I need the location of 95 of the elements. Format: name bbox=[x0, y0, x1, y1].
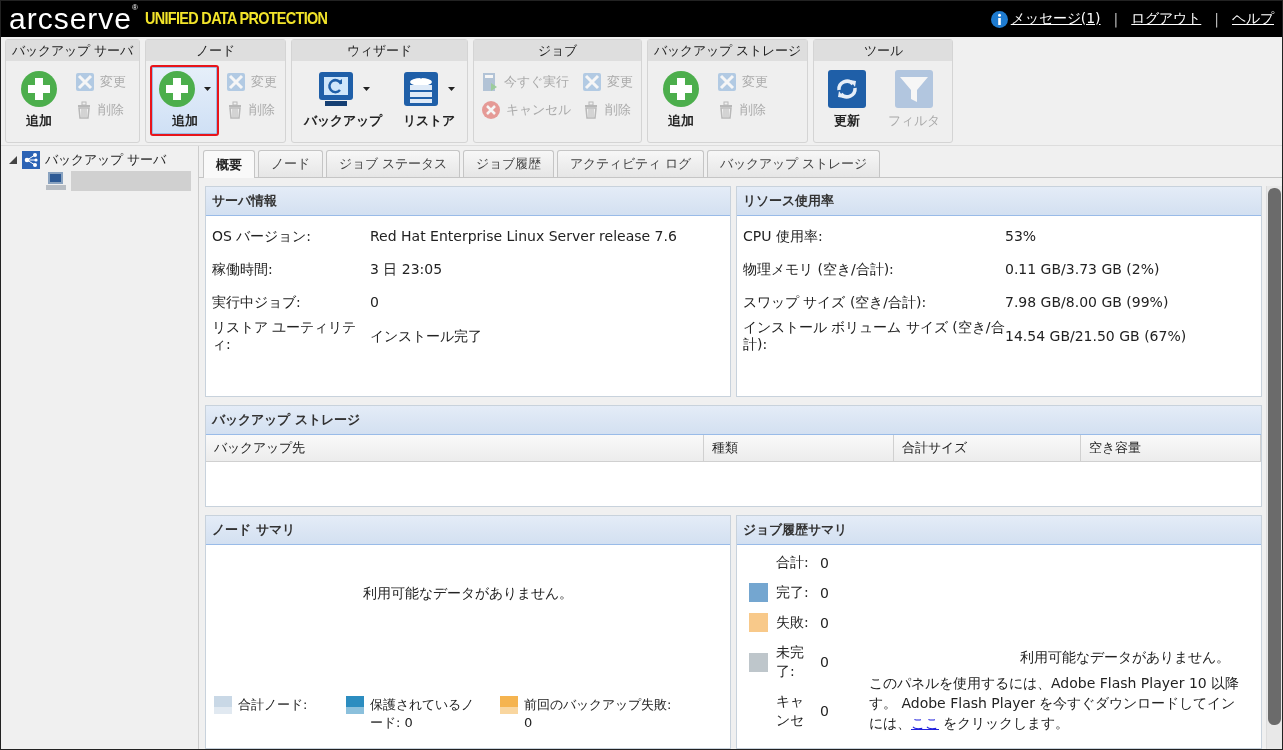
legend-value: 0 bbox=[820, 614, 829, 631]
refresh-icon bbox=[828, 70, 867, 108]
toolbar-button[interactable]: 更新 bbox=[818, 65, 877, 136]
tools-icon bbox=[76, 73, 94, 91]
panel-header: ジョブ履歴サマリ bbox=[737, 516, 1261, 545]
plus-icon bbox=[662, 70, 701, 108]
legend-label: 合計ノード: bbox=[238, 696, 309, 714]
scrollbar[interactable] bbox=[1266, 186, 1282, 749]
tab[interactable]: ジョブ ステータス bbox=[326, 150, 461, 177]
link-separator: | bbox=[1214, 11, 1219, 27]
legend-label: 未完了: bbox=[776, 643, 805, 681]
field-value: 7.98 GB/8.00 GB (99%) bbox=[1005, 293, 1170, 312]
group-title: バックアップ ストレージ bbox=[648, 40, 808, 61]
empty-message: 利用可能なデータがありません。 bbox=[1019, 649, 1231, 667]
legend-label: 合計: bbox=[776, 553, 810, 572]
field-label: CPU 使用率: bbox=[743, 227, 824, 246]
legend-label: キャンセ bbox=[776, 692, 805, 730]
legend-label: 前回のバックアップ失敗: 0 bbox=[524, 696, 673, 732]
caret-icon bbox=[204, 87, 212, 91]
toolbar-button[interactable]: 追加 bbox=[150, 65, 220, 136]
trash-icon bbox=[227, 101, 244, 119]
group-title: ウィザード bbox=[292, 40, 468, 61]
info-icon bbox=[990, 10, 1008, 28]
cancel-icon bbox=[482, 101, 501, 119]
link-separator: | bbox=[1113, 11, 1119, 27]
legend-value: 0 bbox=[820, 654, 829, 670]
header-link[interactable]: メッセージ(1) bbox=[1010, 10, 1101, 28]
computer-icon bbox=[46, 172, 66, 190]
field-value: 0 bbox=[370, 293, 380, 312]
toolbar-button[interactable]: 追加 bbox=[652, 65, 711, 136]
field-value: 53% bbox=[1005, 227, 1038, 246]
group-title: ノード bbox=[146, 40, 286, 61]
plus-icon bbox=[158, 70, 197, 108]
group-title: ツール bbox=[814, 40, 953, 61]
legend-label: 失敗: bbox=[776, 613, 810, 632]
tab[interactable]: ジョブ履歴 bbox=[463, 150, 555, 177]
panel-header: リソース使用率 bbox=[737, 187, 1261, 216]
toolbar-button[interactable]: リストア bbox=[394, 65, 464, 136]
legend-value: 0 bbox=[820, 554, 829, 571]
field-label: OS バージョン: bbox=[212, 227, 313, 246]
panel-header: バックアップ ストレージ bbox=[206, 406, 1261, 435]
notice-text: す。 Adobe Flash Player を今すぐダウンロードしてイン bbox=[869, 694, 1237, 713]
toolbar-button[interactable]: 追加 bbox=[10, 65, 68, 136]
empty-message: 利用可能なデータがありません。 bbox=[362, 585, 574, 603]
notice-text: には、ここ をクリックします。 bbox=[869, 714, 1071, 733]
funnel-icon bbox=[895, 70, 934, 108]
field-value: Red Hat Enterprise Linux Server release 7.6 bbox=[370, 227, 678, 246]
network-icon bbox=[22, 151, 40, 169]
legend-value: 0 bbox=[820, 584, 829, 601]
field-value: 0.11 GB/3.73 GB (2%) bbox=[1005, 260, 1161, 279]
group-title: バックアップ サーバ bbox=[6, 40, 140, 61]
monitor-icon bbox=[316, 70, 355, 108]
scrollbar-thumb[interactable] bbox=[1268, 188, 1281, 725]
legend-label: 保護されているノード: 0 bbox=[370, 696, 475, 732]
trash-icon bbox=[583, 101, 600, 119]
group-title: ジョブ bbox=[474, 40, 642, 61]
field-label: インストール ボリューム サイズ (空き/合計): bbox=[743, 319, 1005, 353]
panel-header: ノード サマリ bbox=[206, 516, 730, 545]
header-link[interactable]: ログアウト bbox=[1131, 10, 1202, 28]
field-label: 物理メモリ (空き/合計): bbox=[743, 260, 895, 279]
legend-value: 0 bbox=[820, 703, 829, 719]
tools-icon bbox=[583, 73, 602, 91]
tab[interactable]: バックアップ ストレージ bbox=[707, 150, 881, 177]
field-label: 稼働時間: bbox=[212, 260, 274, 279]
tab[interactable]: 概要 bbox=[203, 150, 255, 178]
column-header[interactable]: 合計サイズ bbox=[894, 435, 1081, 462]
tab[interactable]: ノード bbox=[258, 150, 323, 177]
header-link[interactable]: ヘルプ bbox=[1232, 10, 1274, 28]
caret-icon bbox=[362, 87, 370, 91]
field-value: 3 日 23:05 bbox=[370, 260, 444, 279]
tab[interactable]: アクティビティ ログ bbox=[557, 150, 705, 177]
panel-header: サーバ情報 bbox=[206, 187, 730, 216]
database-icon bbox=[402, 70, 441, 108]
field-label: リストア ユーティリティ: bbox=[212, 319, 358, 353]
field-label: スワップ サイズ (空き/合計): bbox=[743, 293, 928, 312]
legend-label: 完了: bbox=[776, 583, 810, 602]
toolbar-button[interactable]: バックアップ bbox=[296, 65, 391, 136]
download-link[interactable]: ここ bbox=[911, 715, 939, 731]
tools-icon bbox=[718, 73, 737, 91]
field-label: 実行中ジョブ: bbox=[212, 293, 302, 312]
tree-item[interactable]: バックアップ サーバ bbox=[9, 150, 198, 170]
notice-text: このパネルを使用するには、Adobe Flash Player 10 以降 bbox=[869, 674, 1241, 693]
column-header[interactable]: 種類 bbox=[704, 435, 894, 462]
caret-icon bbox=[448, 87, 456, 91]
column-header[interactable]: 空き容量 bbox=[1081, 435, 1261, 462]
trash-icon bbox=[76, 101, 92, 119]
field-value: インストール完了 bbox=[370, 326, 483, 346]
trash-icon bbox=[718, 101, 735, 119]
tools-icon bbox=[227, 73, 246, 91]
column-header[interactable]: バックアップ先 bbox=[206, 435, 704, 462]
plus-icon bbox=[20, 70, 58, 108]
field-value: 14.54 GB/21.50 GB (67%) bbox=[1005, 326, 1188, 346]
logo: arcserve$^{®}$ bbox=[9, 4, 139, 34]
product-tagline: UNIFIED DATA PROTECTION bbox=[144, 9, 328, 29]
document-icon bbox=[482, 73, 499, 91]
